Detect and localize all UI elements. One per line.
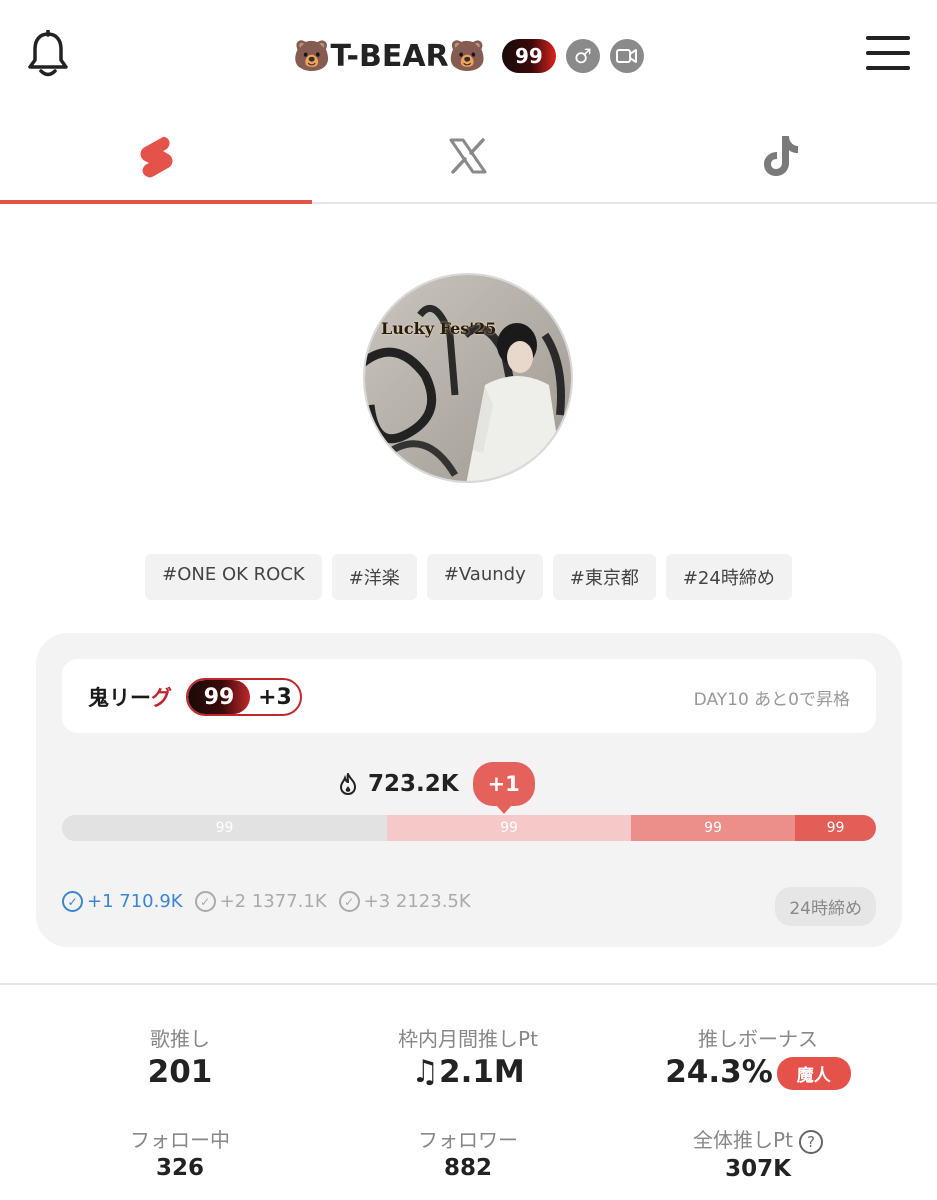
stat-label: フォロー中 [130,1128,230,1152]
stat-value: 2.1M [439,1054,525,1090]
check-circle-icon: ✓ [338,891,360,912]
stat-value-row: 24.3% 魔人 [602,1054,914,1090]
league-plus: +3 [258,684,292,710]
score-row: 723.2K +1 [338,759,535,814]
tag-chip[interactable]: #洋楽 [331,554,417,600]
stat-label-row: 全体推しPt? [602,1124,914,1154]
profile-avatar: Lucky Fes'25 [363,273,573,483]
section-divider [0,983,937,985]
league-level-pill: 99 +3 [186,678,302,716]
stat-label: フォロワー [418,1128,518,1152]
avatar-caption: Lucky Fes'25 [381,319,497,338]
tag-chip[interactable]: #ONE OK ROCK [145,554,322,600]
stat-value: 882 [443,1155,492,1181]
stat-value: 326 [155,1155,204,1181]
stat-monthly-pt[interactable]: 枠内月間推しPt ♫2.1M [312,1023,624,1090]
bonus-rank-badge: 魔人 [776,1057,851,1090]
platform-tabs [0,110,937,204]
music-note-icon: ♫ [411,1054,440,1090]
stat-label: 推しボーナス [698,1027,818,1051]
help-icon[interactable]: ? [798,1129,823,1154]
stat-label: 全体推しPt [693,1128,793,1152]
league-level: 99 [188,680,250,714]
stat-bonus[interactable]: 推しボーナス 24.3% 魔人 [602,1023,914,1090]
stat-songs[interactable]: 歌推し 201 [24,1023,336,1090]
app-header: 🐻T-BEAR🐻 99 ♂ [0,0,937,110]
stat-value: 307K [725,1155,791,1182]
league-header[interactable]: 鬼リーグ 99 +3 DAY10 あと0で昇格 [62,659,876,733]
progress-segment: 99 [62,815,387,841]
league-card: 鬼リーグ 99 +3 DAY10 あと0で昇格 723.2K +1 99 99 … [36,633,902,947]
x-logo-icon [449,138,487,174]
stat-label: 枠内月間推しPt [398,1027,538,1051]
tag-chip[interactable]: #Vaundy [426,554,543,600]
video-camera-icon[interactable] [609,39,644,73]
milestone-list: ✓ +1 710.9K ✓ +2 1377.1K ✓ +3 2123.5K [62,891,471,912]
shorts-icon [140,136,173,178]
milestone-item: ✓ +2 1377.1K [194,891,327,912]
page-title: 🐻T-BEAR🐻 [293,38,487,74]
deadline-badge: 24時締め [775,887,876,926]
stat-value: 201 [147,1054,213,1090]
stat-followers[interactable]: フォロワー 882 [312,1124,624,1181]
progress-segment: 99 [631,815,795,841]
stat-label: 歌推し [150,1027,210,1051]
level-badge: 99 [502,39,556,73]
tag-list: #ONE OK ROCK #洋楽 #Vaundy #東京都 #24時締め [0,554,937,600]
check-circle-icon: ✓ [194,891,216,912]
check-circle-icon: ✓ [62,891,83,912]
stat-following[interactable]: フォロー中 326 [24,1124,336,1181]
header-title-group: 🐻T-BEAR🐻 99 ♂ [0,33,937,79]
tab-x[interactable] [312,110,624,202]
tiktok-icon [763,136,798,176]
milestone-item: ✓ +1 710.9K [62,891,183,912]
stat-value-row: ♫2.1M [312,1054,624,1090]
progress-segment: 99 [795,815,876,841]
tag-chip[interactable]: #24時締め [665,554,792,600]
male-icon: ♂ [565,39,600,73]
milestone-label: +2 1377.1K [219,891,327,912]
milestone-label: +3 2123.5K [363,891,471,912]
progress-bar: 99 99 99 99 [62,815,876,841]
tab-tiktok[interactable] [625,110,937,202]
progress-segment: 99 [387,815,631,841]
tab-youtube-shorts[interactable] [0,110,313,204]
milestone-label: +1 710.9K [87,891,183,912]
flame-icon [339,773,357,795]
milestone-item: ✓ +3 2123.5K [338,891,471,912]
stat-total-pt[interactable]: 全体推しPt? 307K [602,1124,914,1182]
league-status-text: DAY10 あと0で昇格 [693,690,850,710]
stat-value: 24.3% [665,1054,773,1090]
hamburger-menu-icon[interactable] [866,36,910,74]
score-delta-bubble: +1 [472,762,535,814]
league-name: 鬼リーグ [88,686,172,710]
tag-chip[interactable]: #東京都 [552,554,656,600]
score-value: 723.2K [368,771,459,797]
